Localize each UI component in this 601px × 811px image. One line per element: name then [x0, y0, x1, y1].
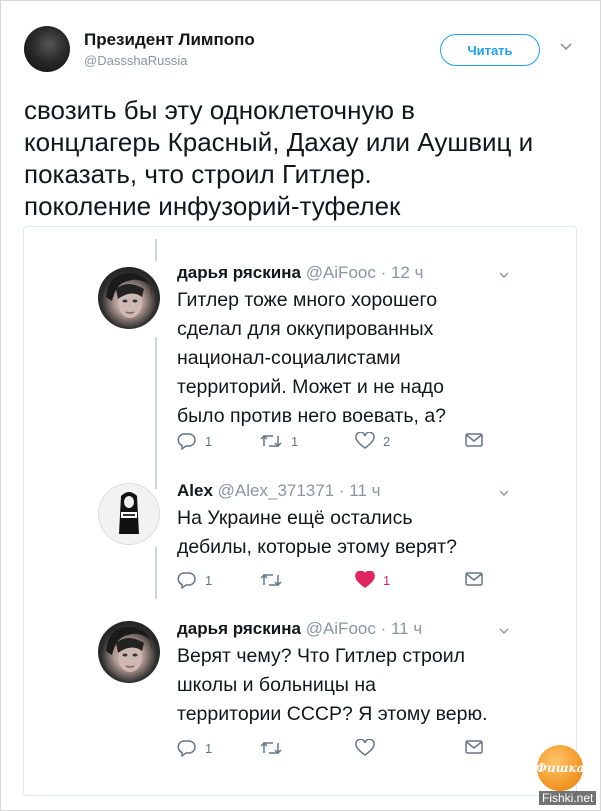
- retweet-icon[interactable]: [259, 571, 283, 589]
- reply-body: Гитлер тоже много хорошего сделал для ок…: [177, 286, 446, 431]
- retweet-action[interactable]: 1: [259, 432, 298, 450]
- reply-author[interactable]: Alex @Alex_371371 · 11 ч: [177, 481, 381, 501]
- tweet-text-line: концлагерь Красный, Дахау или Аушвиц и: [24, 127, 534, 157]
- reply-handle[interactable]: @AiFooc: [306, 263, 376, 282]
- heart-icon[interactable]: [355, 739, 375, 757]
- reply-body-line: дебилы, которые этому верят?: [177, 536, 457, 558]
- like-action[interactable]: [355, 739, 383, 757]
- chevron-down-icon[interactable]: [498, 625, 510, 637]
- message-icon[interactable]: [465, 571, 483, 587]
- reply-body-line: Гитлер тоже много хорошего: [177, 289, 438, 311]
- author-name[interactable]: Президент Лимпопо: [84, 30, 255, 50]
- message-icon[interactable]: [465, 432, 483, 448]
- reply-count: 1: [205, 740, 213, 756]
- reply-body-line: На Украине ещё остались: [177, 507, 413, 529]
- heart-icon[interactable]: [355, 432, 375, 450]
- avatar-portrait: [119, 492, 139, 534]
- follow-button[interactable]: Читать: [440, 34, 540, 66]
- reply-author[interactable]: дарья ряскина @AiFooc · 12 ч: [177, 263, 423, 283]
- reply-handle[interactable]: @Alex_371371: [218, 481, 335, 500]
- reply-body: Верят чему? Что Гитлер строил школы и бо…: [177, 642, 488, 729]
- like-count: 2: [383, 433, 391, 449]
- retweet-action[interactable]: [259, 571, 291, 589]
- reply-body-line: национал-социалистами: [177, 347, 401, 369]
- reply-count: 1: [205, 572, 213, 588]
- thread-line: [155, 337, 157, 489]
- reply-time[interactable]: · 11 ч: [381, 619, 423, 638]
- message-action[interactable]: [465, 739, 483, 755]
- avatar[interactable]: [98, 621, 160, 683]
- tweet-text-line: свозить бы эту одноклеточную в: [24, 95, 415, 125]
- reply-icon[interactable]: [177, 571, 197, 589]
- author-handle[interactable]: @DassshaRussia: [84, 53, 188, 68]
- retweet-icon[interactable]: [259, 739, 283, 757]
- retweet-action[interactable]: [259, 739, 291, 757]
- action-bar: 1: [177, 739, 483, 761]
- action-bar: 1 1 2: [177, 432, 483, 454]
- reply-author[interactable]: дарья ряскина @AiFooc · 11 ч: [177, 619, 422, 639]
- heart-icon[interactable]: [355, 571, 375, 589]
- reply-time[interactable]: · 12 ч: [381, 263, 424, 282]
- reply-handle[interactable]: @AiFooc: [306, 619, 376, 638]
- thread-line: [155, 547, 157, 599]
- chevron-down-icon[interactable]: [498, 269, 510, 281]
- reply-body-line: было против него воевать, а?: [177, 405, 447, 427]
- message-icon[interactable]: [465, 739, 483, 755]
- author-avatar[interactable]: [24, 26, 70, 72]
- reply-body-line: территории СССР? Я этому верю.: [177, 703, 488, 725]
- fishki-logo: Фишка: [536, 745, 584, 791]
- chevron-down-icon[interactable]: [559, 40, 573, 54]
- avatar-portrait: [106, 273, 152, 318]
- like-action[interactable]: 1: [355, 571, 390, 589]
- reply-author-name[interactable]: Alex: [177, 481, 213, 500]
- reply-body: На Украине ещё остались дебилы, которые …: [177, 504, 457, 562]
- conversation-card[interactable]: дарья ряскина @AiFooc · 12 ч Гитлер тоже…: [23, 226, 577, 796]
- reply-body-line: территорий. Может и не надо: [177, 376, 445, 398]
- like-action[interactable]: 2: [355, 432, 390, 450]
- avatar[interactable]: [98, 483, 160, 545]
- tweet-text-line: поколение инфузорий-туфелек: [24, 191, 401, 221]
- chevron-down-icon[interactable]: [498, 487, 510, 499]
- reply-author-name[interactable]: дарья ряскина: [177, 263, 301, 282]
- reply-body-line: Верят чему? Что Гитлер строил: [177, 645, 465, 667]
- retweet-icon[interactable]: [259, 432, 283, 450]
- reply-count: 1: [205, 433, 213, 449]
- watermark: Fishki.net: [539, 791, 597, 805]
- reply-icon[interactable]: [177, 432, 197, 450]
- message-action[interactable]: [465, 432, 483, 448]
- thread-line: [155, 239, 157, 261]
- reply-author-name[interactable]: дарья ряскина: [177, 619, 301, 638]
- reply-action[interactable]: 1: [177, 432, 212, 450]
- like-count: 1: [383, 572, 391, 588]
- avatar[interactable]: [98, 267, 160, 329]
- retweet-count: 1: [291, 433, 299, 449]
- reply-time[interactable]: · 11 ч: [339, 481, 381, 500]
- reply-icon[interactable]: [177, 739, 197, 757]
- tweet-text: свозить бы эту одноклеточную в концлагер…: [24, 94, 584, 222]
- message-action[interactable]: [465, 571, 483, 587]
- reply-action[interactable]: 1: [177, 571, 212, 589]
- reply-action[interactable]: 1: [177, 739, 212, 757]
- action-bar: 1 1: [177, 571, 483, 593]
- tweet-text-line: показать, что строил Гитлер.: [24, 159, 372, 189]
- reply-body-line: школы и больницы на: [177, 674, 376, 696]
- reply-body-line: сделал для оккупированных: [177, 318, 434, 340]
- avatar-portrait: [106, 627, 152, 672]
